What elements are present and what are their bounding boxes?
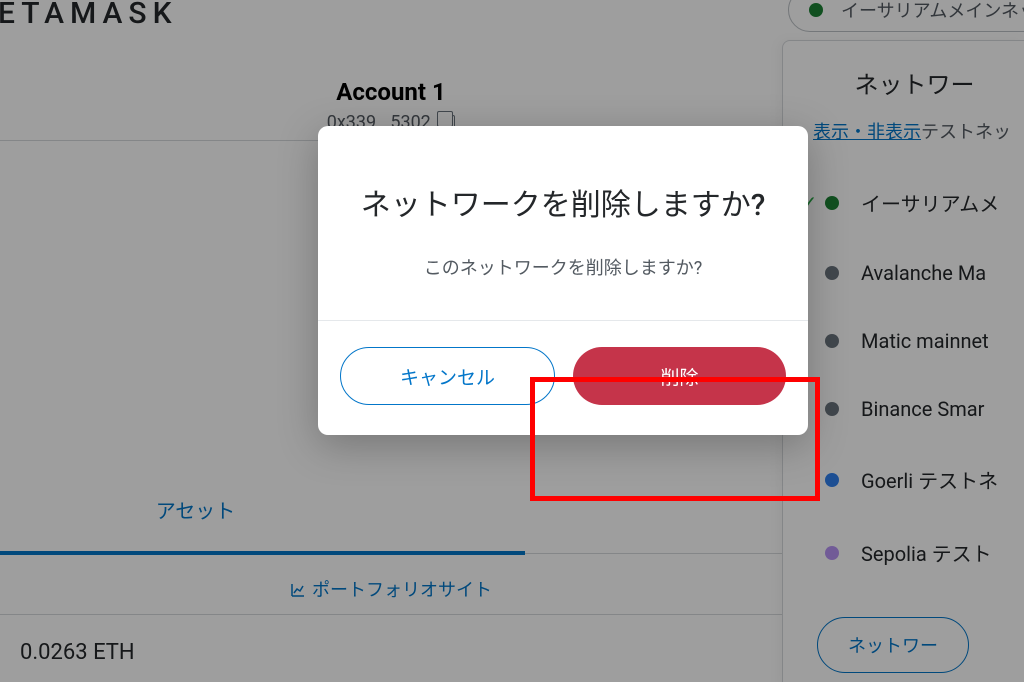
modal-body: このネットワークを削除しますか?	[318, 254, 808, 320]
cancel-button[interactable]: キャンセル	[340, 347, 555, 405]
modal-title: ネットワークを削除しますか?	[318, 126, 808, 254]
delete-button[interactable]: 削除	[573, 347, 786, 405]
delete-network-modal: ネットワークを削除しますか? このネットワークを削除しますか? キャンセル 削除	[318, 126, 808, 435]
